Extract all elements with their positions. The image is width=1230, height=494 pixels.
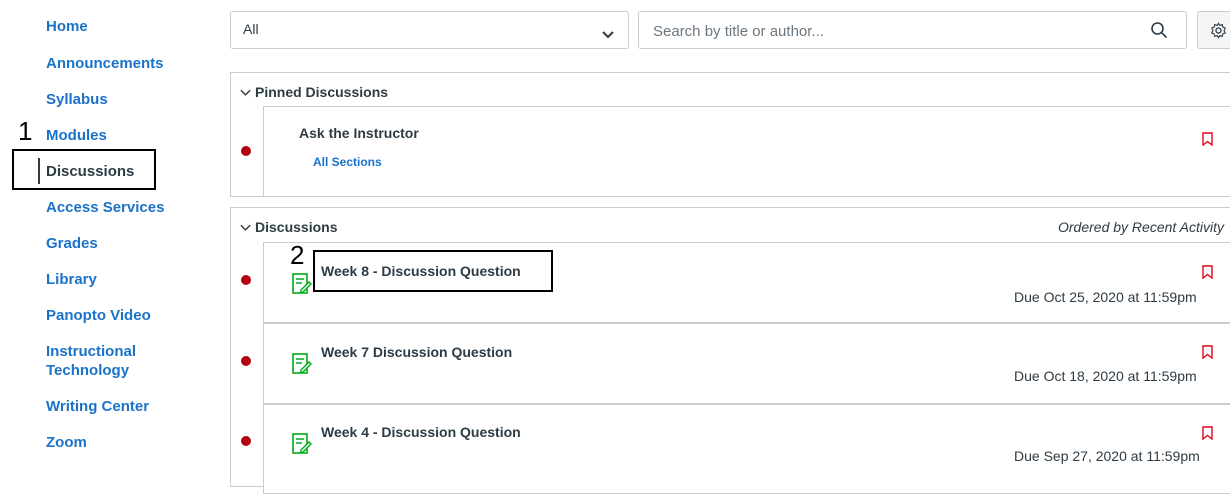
discussion-title[interactable]: Week 7 Discussion Question xyxy=(321,344,512,360)
unread-dot-icon xyxy=(241,275,251,285)
annotation-step-2: 2 xyxy=(290,240,305,270)
order-label: Ordered by Recent Activity xyxy=(1058,219,1224,235)
nav-home[interactable]: Home xyxy=(46,17,88,36)
nav-zoom[interactable]: Zoom xyxy=(46,433,87,452)
chevron-down-icon xyxy=(240,219,251,235)
annotation-box-discussions xyxy=(12,149,156,190)
filter-selected-value: All xyxy=(243,21,259,37)
discussion-sections[interactable]: All Sections xyxy=(313,155,382,169)
search-box[interactable] xyxy=(638,11,1187,49)
nav-library[interactable]: Library xyxy=(46,270,97,289)
discussion-title[interactable]: Week 4 - Discussion Question xyxy=(321,424,521,440)
nav-writing-center[interactable]: Writing Center xyxy=(46,397,149,416)
chevron-down-icon xyxy=(240,84,251,100)
assignment-icon xyxy=(292,353,312,380)
due-date: Due Oct 25, 2020 at 11:59pm xyxy=(1014,289,1197,305)
nav-access-services[interactable]: Access Services xyxy=(46,198,164,217)
discussion-title[interactable]: Ask the Instructor xyxy=(299,125,419,141)
assignment-icon xyxy=(292,433,312,460)
unread-dot-icon xyxy=(241,146,251,156)
discussions-section-title: Discussions xyxy=(255,219,338,235)
nav-syllabus[interactable]: Syllabus xyxy=(46,90,108,109)
bookmark-icon[interactable] xyxy=(1202,132,1213,151)
bookmark-icon[interactable] xyxy=(1202,265,1213,284)
gear-icon xyxy=(1210,22,1227,44)
pinned-section-header[interactable]: Pinned Discussions xyxy=(240,84,388,100)
nav-modules[interactable]: Modules xyxy=(46,126,107,145)
unread-dot-icon xyxy=(241,356,251,366)
nav-grades[interactable]: Grades xyxy=(46,234,98,253)
bookmark-icon[interactable] xyxy=(1202,345,1213,364)
discussions-section-header[interactable]: Discussions xyxy=(240,219,337,235)
bookmark-icon[interactable] xyxy=(1202,426,1213,445)
search-icon[interactable] xyxy=(1150,21,1168,44)
unread-dot-icon xyxy=(241,436,251,446)
pinned-section-title: Pinned Discussions xyxy=(255,84,389,100)
nav-announcements[interactable]: Announcements xyxy=(46,54,164,73)
due-date: Due Oct 18, 2020 at 11:59pm xyxy=(1014,368,1197,384)
discussion-row[interactable] xyxy=(263,106,1230,197)
annotation-step-1: 1 xyxy=(18,116,33,146)
search-input[interactable] xyxy=(651,20,1135,42)
nav-instructional-technology[interactable]: Instructional Technology xyxy=(46,342,156,380)
chevron-down-icon xyxy=(602,26,614,44)
annotation-box-week8 xyxy=(313,250,553,292)
discussion-filter-select[interactable]: All xyxy=(230,11,629,49)
nav-panopto-video[interactable]: Panopto Video xyxy=(46,306,151,325)
assignment-icon xyxy=(292,273,312,300)
due-date: Due Sep 27, 2020 at 11:59pm xyxy=(1014,448,1200,464)
discussion-row[interactable] xyxy=(263,323,1230,404)
settings-button[interactable] xyxy=(1197,11,1230,49)
